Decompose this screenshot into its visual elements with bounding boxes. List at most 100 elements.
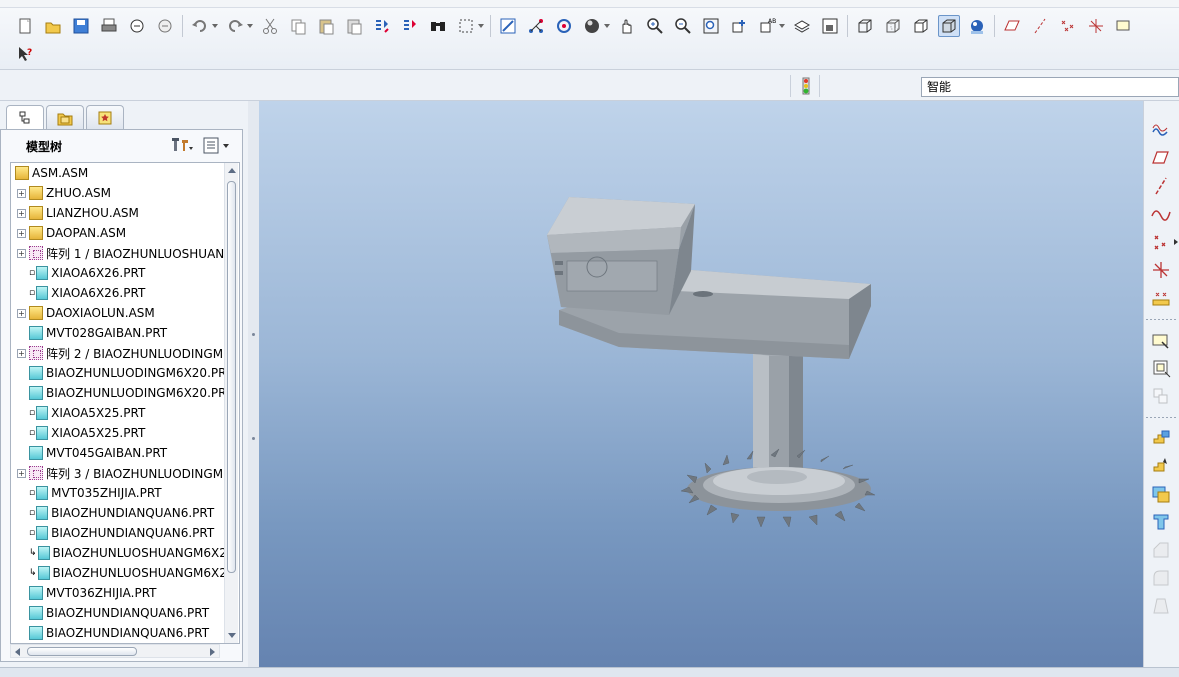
add-component-button[interactable] (1149, 329, 1173, 351)
tree-item[interactable]: BIAOZHUNLUODINGM6X20.PRT (11, 363, 225, 383)
scroll-down-arrow-icon[interactable] (228, 633, 236, 638)
pan-hand-button[interactable] (616, 15, 638, 37)
dropdown-arrow-icon[interactable] (604, 15, 610, 37)
annotation-display-button[interactable] (1113, 15, 1135, 37)
refit-button[interactable] (700, 15, 722, 37)
tree-item[interactable]: ▫ BIAOZHUNDIANQUAN6.PRT (11, 523, 225, 543)
tab-favorites[interactable] (86, 105, 124, 129)
tree-item[interactable]: + 阵列 2 / BIAOZHUNLUODINGM6X20 (11, 343, 225, 363)
tree-item[interactable]: BIAOZHUNDIANQUAN6.PRT (11, 603, 225, 623)
send-mail-button[interactable] (126, 15, 148, 37)
analysis-feature-button[interactable] (1149, 287, 1173, 309)
tree-item[interactable]: + 阵列 1 / BIAOZHUNLUOSHUANGM6 (11, 243, 225, 263)
tree-item[interactable]: ▫ XIAOA6X26.PRT (11, 283, 225, 303)
orient-mode-button[interactable] (553, 15, 575, 37)
tree-item[interactable]: MVT028GAIBAN.PRT (11, 323, 225, 343)
repaint-button[interactable] (497, 15, 519, 37)
spin-center-button[interactable] (525, 15, 547, 37)
tree-item[interactable]: BIAOZHUNLUODINGM6X20.PRT (11, 383, 225, 403)
datum-csys-tool-button[interactable] (1149, 259, 1173, 281)
select-box-button[interactable] (455, 15, 477, 37)
tree-item[interactable]: ▫ XIAOA6X26.PRT (11, 263, 225, 283)
hole-tool-button[interactable] (1149, 511, 1173, 533)
regenerate-manager-button[interactable] (399, 15, 421, 37)
coordinate-system-display-button[interactable] (1085, 15, 1107, 37)
tab-folder-browser[interactable] (46, 105, 84, 129)
print-button[interactable] (98, 15, 120, 37)
shading-sphere-button[interactable] (581, 15, 603, 37)
regeneration-status[interactable] (790, 75, 820, 97)
scroll-left-arrow-icon[interactable] (15, 648, 20, 656)
view-manager-button[interactable] (819, 15, 841, 37)
open-file-button[interactable] (42, 15, 64, 37)
panel-splitter[interactable] (248, 101, 259, 667)
tree-horizontal-scrollbar[interactable] (10, 644, 220, 658)
tree-settings-button[interactable] (171, 135, 193, 155)
tree-vertical-scrollbar[interactable] (224, 163, 238, 643)
expand-icon[interactable]: + (17, 248, 26, 258)
sweep-tool-button[interactable] (1149, 483, 1173, 505)
tree-item[interactable]: ▫ XIAOA5X25.PRT (11, 423, 225, 443)
tree-item[interactable]: ▫ MVT035ZHIJIA.PRT (11, 483, 225, 503)
selection-filter-select[interactable]: 智能 (921, 77, 1179, 97)
tree-item[interactable]: ↳ BIAOZHUNLUOSHUANGM6X20.PRT (11, 563, 225, 583)
datum-point-tool-button[interactable] (1149, 231, 1173, 253)
tree-item[interactable]: + ZHUO.ASM (11, 183, 225, 203)
datum-point-display-button[interactable] (1057, 15, 1079, 37)
scroll-up-arrow-icon[interactable] (228, 168, 236, 173)
paste-button[interactable] (315, 15, 337, 37)
tree-item[interactable]: + DAOPAN.ASM (11, 223, 225, 243)
copy-button[interactable] (287, 15, 309, 37)
wireframe-button[interactable] (854, 15, 876, 37)
tree-show-button[interactable] (201, 135, 231, 155)
reorient-button[interactable] (728, 15, 750, 37)
cut-button[interactable] (259, 15, 281, 37)
expand-icon[interactable]: + (17, 228, 26, 238)
scrollbar-thumb[interactable] (227, 181, 236, 573)
save-button[interactable] (70, 15, 92, 37)
dropdown-arrow-icon[interactable] (779, 15, 785, 37)
redo-button[interactable] (224, 15, 246, 37)
undo-button[interactable] (189, 15, 211, 37)
zoom-in-button[interactable] (644, 15, 666, 37)
find-button[interactable] (427, 15, 449, 37)
datum-axis-tool-button[interactable] (1149, 175, 1173, 197)
tree-item[interactable]: BIAOZHUNDIANQUAN6.PRT (11, 623, 225, 643)
datum-axis-display-button[interactable] (1029, 15, 1051, 37)
tab-model-tree[interactable] (6, 105, 44, 129)
datum-curve-tool-button[interactable] (1149, 203, 1173, 225)
dropdown-arrow-icon[interactable] (247, 15, 253, 37)
regenerate-button[interactable] (371, 15, 393, 37)
shading-button[interactable] (938, 15, 960, 37)
enhanced-realism-button[interactable] (966, 15, 988, 37)
chamfer-tool-button[interactable] (1149, 539, 1173, 561)
saved-views-button[interactable]: AB (756, 15, 778, 37)
hidden-line-button[interactable] (882, 15, 904, 37)
expand-icon[interactable]: + (17, 348, 26, 358)
mail-attach-button[interactable] (154, 15, 176, 37)
new-file-button[interactable] (14, 15, 36, 37)
expand-icon[interactable]: + (17, 468, 26, 478)
layers-button[interactable] (791, 15, 813, 37)
extrude-tool-button[interactable] (1149, 427, 1173, 449)
no-hidden-button[interactable] (910, 15, 932, 37)
graphics-viewport[interactable] (259, 101, 1143, 667)
expand-icon[interactable]: + (17, 188, 26, 198)
dropdown-arrow-icon[interactable] (1174, 239, 1178, 245)
context-help-button[interactable]: ? (14, 43, 36, 65)
dropdown-arrow-icon[interactable] (212, 15, 218, 37)
assembly-model[interactable] (259, 101, 1143, 667)
tree-item[interactable]: ↳ BIAOZHUNLUOSHUANGM6X20.PRT (11, 543, 225, 563)
expand-icon[interactable]: + (17, 208, 26, 218)
tree-item[interactable]: ASM.ASM (11, 163, 225, 183)
package-component-button[interactable] (1149, 385, 1173, 407)
create-component-button[interactable] (1149, 357, 1173, 379)
datum-plane-tool-button[interactable] (1149, 147, 1173, 169)
model-tree-list[interactable]: ASM.ASM + ZHUO.ASM + LIANZHOU.ASM + DAOPAN.ASM… (10, 162, 240, 644)
round-tool-button[interactable] (1149, 567, 1173, 589)
tree-item[interactable]: MVT036ZHIJIA.PRT (11, 583, 225, 603)
dropdown-arrow-icon[interactable] (478, 15, 484, 37)
tree-item[interactable]: + LIANZHOU.ASM (11, 203, 225, 223)
draft-tool-button[interactable] (1149, 595, 1173, 617)
paste-special-button[interactable] (343, 15, 365, 37)
